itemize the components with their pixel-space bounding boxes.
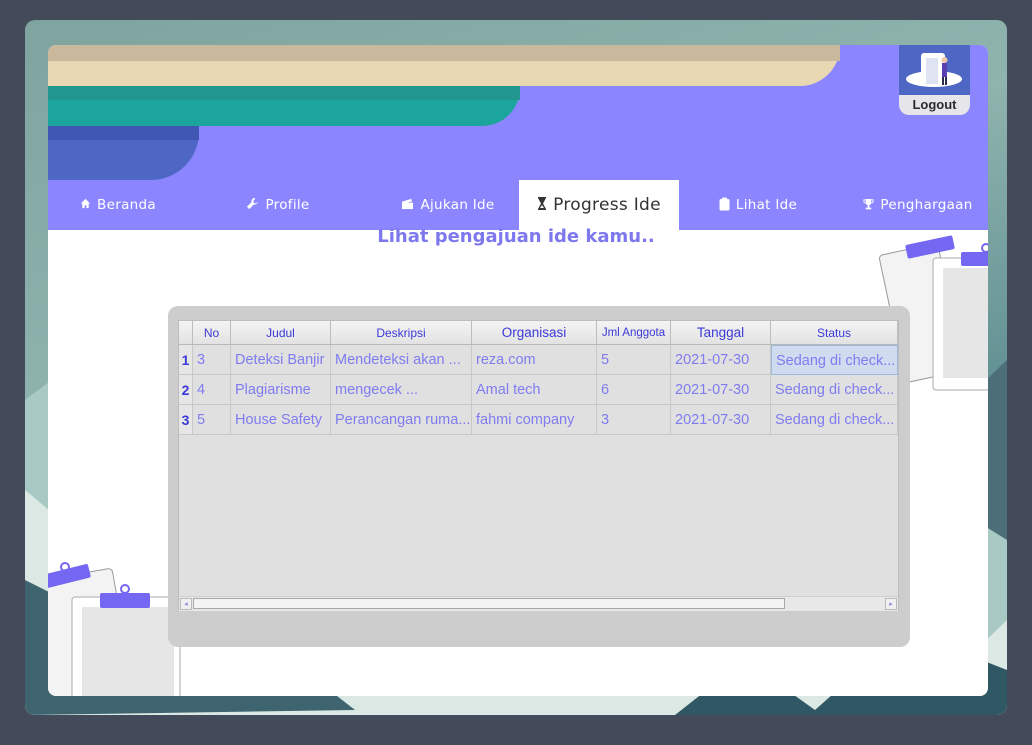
banner-stripe-blue-top <box>48 126 199 140</box>
cell-status[interactable]: Sedang di check... <box>771 405 898 435</box>
cell-organisasi[interactable]: fahmi company <box>472 405 597 435</box>
row-header[interactable]: 1 <box>179 345 193 375</box>
cell-tanggal[interactable]: 2021-07-30 <box>671 405 771 435</box>
scroll-left-arrow-icon[interactable]: ◂ <box>180 598 192 610</box>
row-header[interactable]: 2 <box>179 375 193 405</box>
tab-profile[interactable]: Profile <box>208 180 348 230</box>
tab-label: Ajukan Ide <box>420 197 495 213</box>
cell-deskripsi[interactable]: mengecek ... <box>331 375 472 405</box>
cell-tanggal[interactable]: 2021-07-30 <box>671 375 771 405</box>
tab-penghargaan[interactable]: Penghargaan <box>848 180 988 230</box>
wrench-icon <box>246 197 259 213</box>
cell-no[interactable]: 4 <box>193 375 231 405</box>
hourglass-icon <box>537 196 547 214</box>
cell-no[interactable]: 5 <box>193 405 231 435</box>
column-header-jml-anggota[interactable]: Jml Anggota <box>597 321 671 345</box>
tab-label: Lihat Ide <box>735 197 798 213</box>
column-header-deskripsi[interactable]: Deskripsi <box>331 321 472 345</box>
tab-lihat-ide[interactable]: Lihat Ide <box>688 180 828 230</box>
page-title: Lihat pengajuan ide kamu.. <box>377 226 655 247</box>
column-header-tanggal[interactable]: Tanggal <box>671 321 771 345</box>
cell-status[interactable]: Sedang di check... <box>771 375 898 405</box>
tab-label: Penghargaan <box>880 197 973 213</box>
clipboard-icon <box>719 197 730 214</box>
column-header-no[interactable]: No <box>193 321 231 345</box>
cell-jml-anggota[interactable]: 3 <box>597 405 671 435</box>
cell-jml-anggota[interactable]: 5 <box>597 345 671 375</box>
ideas-table[interactable]: No Judul Deskripsi Organisasi Jml Anggot… <box>178 320 899 611</box>
home-icon <box>80 198 91 212</box>
cell-tanggal[interactable]: 2021-07-30 <box>671 345 771 375</box>
logout-button[interactable]: Logout <box>899 45 970 115</box>
scroll-right-arrow-icon[interactable]: ▸ <box>885 598 897 610</box>
cell-status-selected[interactable]: Sedang di check... <box>771 345 898 375</box>
column-header-judul[interactable]: Judul <box>231 321 331 345</box>
banner-stripe-teal-top <box>48 86 520 100</box>
scrollbar-thumb[interactable] <box>193 598 785 609</box>
cell-judul[interactable]: House Safety <box>231 405 331 435</box>
table-corner-header <box>179 321 193 345</box>
tab-label: Progress Ide <box>553 195 661 215</box>
cell-judul[interactable]: Plagiarisme <box>231 375 331 405</box>
column-header-organisasi[interactable]: Organisasi <box>472 321 597 345</box>
cell-jml-anggota[interactable]: 6 <box>597 375 671 405</box>
clapperboard-icon <box>401 198 414 213</box>
clipboard-illustration-left <box>48 562 181 696</box>
column-header-status[interactable]: Status <box>771 321 898 345</box>
tab-progress-ide[interactable]: Progress Ide <box>519 180 679 230</box>
header-banner: Logout Beranda Profile Ajukan Ide Progre… <box>48 45 988 230</box>
banner-stripe-sand-top <box>48 45 840 61</box>
main-nav: Beranda Profile Ajukan Ide Progress Ide <box>48 180 988 230</box>
logout-label: Logout <box>899 95 970 115</box>
tab-beranda[interactable]: Beranda <box>48 180 188 230</box>
cell-no[interactable]: 3 <box>193 345 231 375</box>
logout-door-icon <box>899 45 970 95</box>
horizontal-scrollbar[interactable]: ◂ ▸ <box>179 596 898 611</box>
row-header[interactable]: 3 <box>179 405 193 435</box>
tab-label: Beranda <box>97 197 156 213</box>
cell-organisasi[interactable]: Amal tech <box>472 375 597 405</box>
cell-judul[interactable]: Deteksi Banjir <box>231 345 331 375</box>
trophy-icon <box>863 198 874 213</box>
cell-deskripsi[interactable]: Mendeteksi akan ... <box>331 345 472 375</box>
tab-ajukan-ide[interactable]: Ajukan Ide <box>378 180 518 230</box>
cell-deskripsi[interactable]: Perancangan ruma... <box>331 405 472 435</box>
cell-organisasi[interactable]: reza.com <box>472 345 597 375</box>
tab-label: Profile <box>265 197 310 213</box>
